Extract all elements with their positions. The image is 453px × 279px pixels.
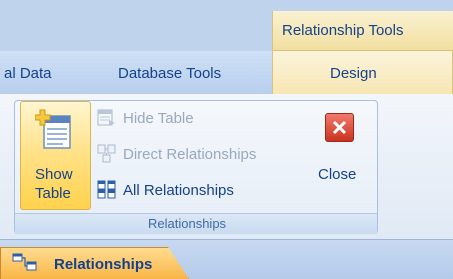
tab-design-label: Design xyxy=(330,65,377,82)
show-table-icon xyxy=(35,109,71,149)
direct-relationships-icon xyxy=(97,144,116,163)
direct-relationships-button[interactable]: Direct Relationships xyxy=(123,146,256,163)
show-table-label-line2: Table xyxy=(35,185,71,202)
close-icon xyxy=(325,113,354,142)
all-relationships-button[interactable]: All Relationships xyxy=(123,182,234,199)
tab-external-data[interactable]: al Data xyxy=(4,65,52,82)
all-relationships-icon xyxy=(97,180,116,199)
show-table-label-line1: Show xyxy=(35,166,73,183)
tab-database-tools[interactable]: Database Tools xyxy=(118,65,221,82)
close-x-glyph xyxy=(332,120,347,135)
hide-table-icon xyxy=(97,109,115,126)
relationships-icon xyxy=(12,253,37,271)
contextual-tab-group-label: Relationship Tools xyxy=(282,22,404,39)
group-label: Relationships xyxy=(148,216,227,231)
relationships-object-tab-label: Relationships xyxy=(54,256,153,273)
close-label: Close xyxy=(318,166,357,183)
hide-table-button[interactable]: Hide Table xyxy=(123,110,194,127)
